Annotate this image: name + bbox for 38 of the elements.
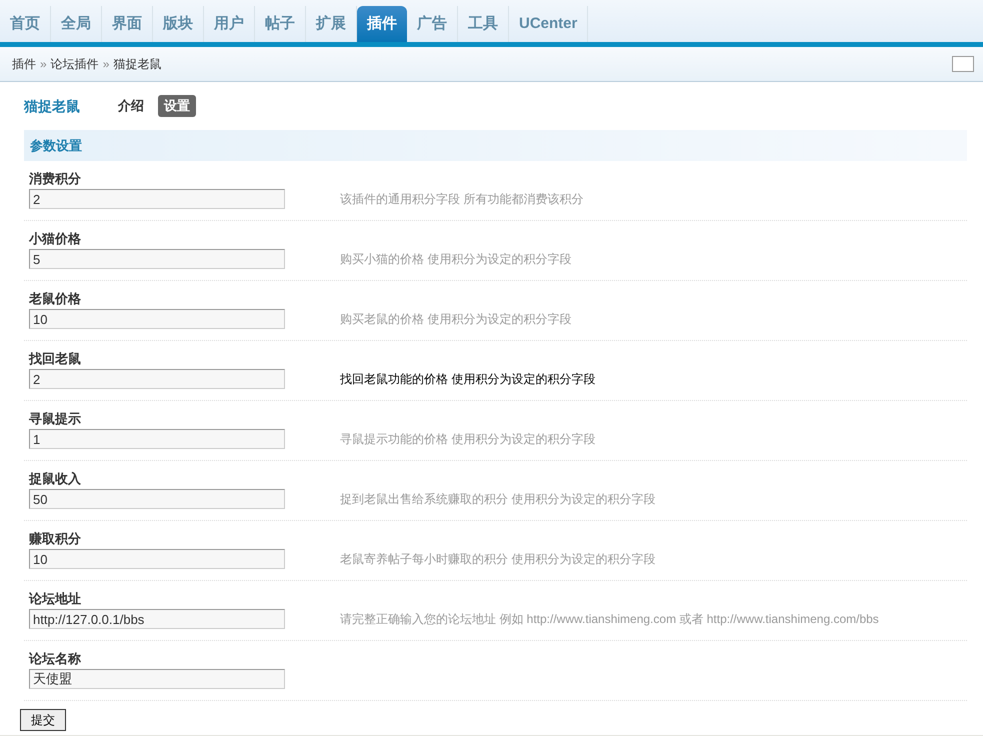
nav-tab[interactable]: 插件 [357,6,407,42]
section-header: 参数设置 [24,130,967,161]
text-input[interactable]: 50 [29,489,285,509]
search-field[interactable] [952,56,974,72]
breadcrumb-separator: » [102,56,110,73]
plugin-tab[interactable]: 介绍 [112,95,150,117]
breadcrumb-link[interactable]: 论坛插件 [50,55,99,73]
breadcrumb-link[interactable]: 插件 [12,55,36,73]
field-label: 老鼠价格 [29,290,82,308]
plugin-title: 猫捉老鼠 [24,96,80,116]
field-label: 消费积分 [29,170,82,188]
breadcrumb-separator: » [40,56,47,73]
field-hint: 购买小猫的价格 使用积分为设定的积分字段 [340,251,572,268]
field-label: 小猫价格 [29,230,82,248]
field-label: 找回老鼠 [29,350,82,368]
field-hint: 请完整正确输入您的论坛地址 例如 http://www.tianshimeng.com 或者 http://www.tianshimeng.com/bbs [340,611,879,628]
text-input[interactable]: 10 [29,549,285,569]
breadcrumb-link[interactable]: 猫捉老鼠 [113,55,162,73]
field-hint: 找回老鼠功能的价格 使用积分为设定的积分字段 [340,371,596,388]
text-input[interactable]: 2 [29,369,285,389]
field-label: 捉鼠收入 [29,470,82,488]
field-label: 论坛名称 [29,650,82,668]
text-input[interactable]: 5 [29,249,285,269]
submit-button[interactable]: 提交 [20,709,66,731]
field-hint: 该插件的通用积分字段 所有功能都消费该积分 [340,191,584,208]
text-input[interactable]: http://127.0.0.1/bbs [29,609,285,629]
field-label: 赚取积分 [29,530,82,548]
field-hint: 捉到老鼠出售给系统赚取的积分 使用积分为设定的积分字段 [340,491,656,508]
text-input[interactable]: 1 [29,429,285,449]
field-label: 寻鼠提示 [29,410,82,428]
field-label: 论坛地址 [29,590,82,608]
field-hint: 寻鼠提示功能的价格 使用积分为设定的积分字段 [340,431,596,448]
text-input[interactable]: 2 [29,189,285,209]
text-input[interactable]: 10 [29,309,285,329]
plugin-tab[interactable]: 设置 [158,95,196,117]
text-input[interactable]: 天使盟 [29,669,285,689]
field-hint: 老鼠寄养帖子每小时赚取的积分 使用积分为设定的积分字段 [340,551,656,568]
field-hint: 购买老鼠的价格 使用积分为设定的积分字段 [340,311,572,328]
